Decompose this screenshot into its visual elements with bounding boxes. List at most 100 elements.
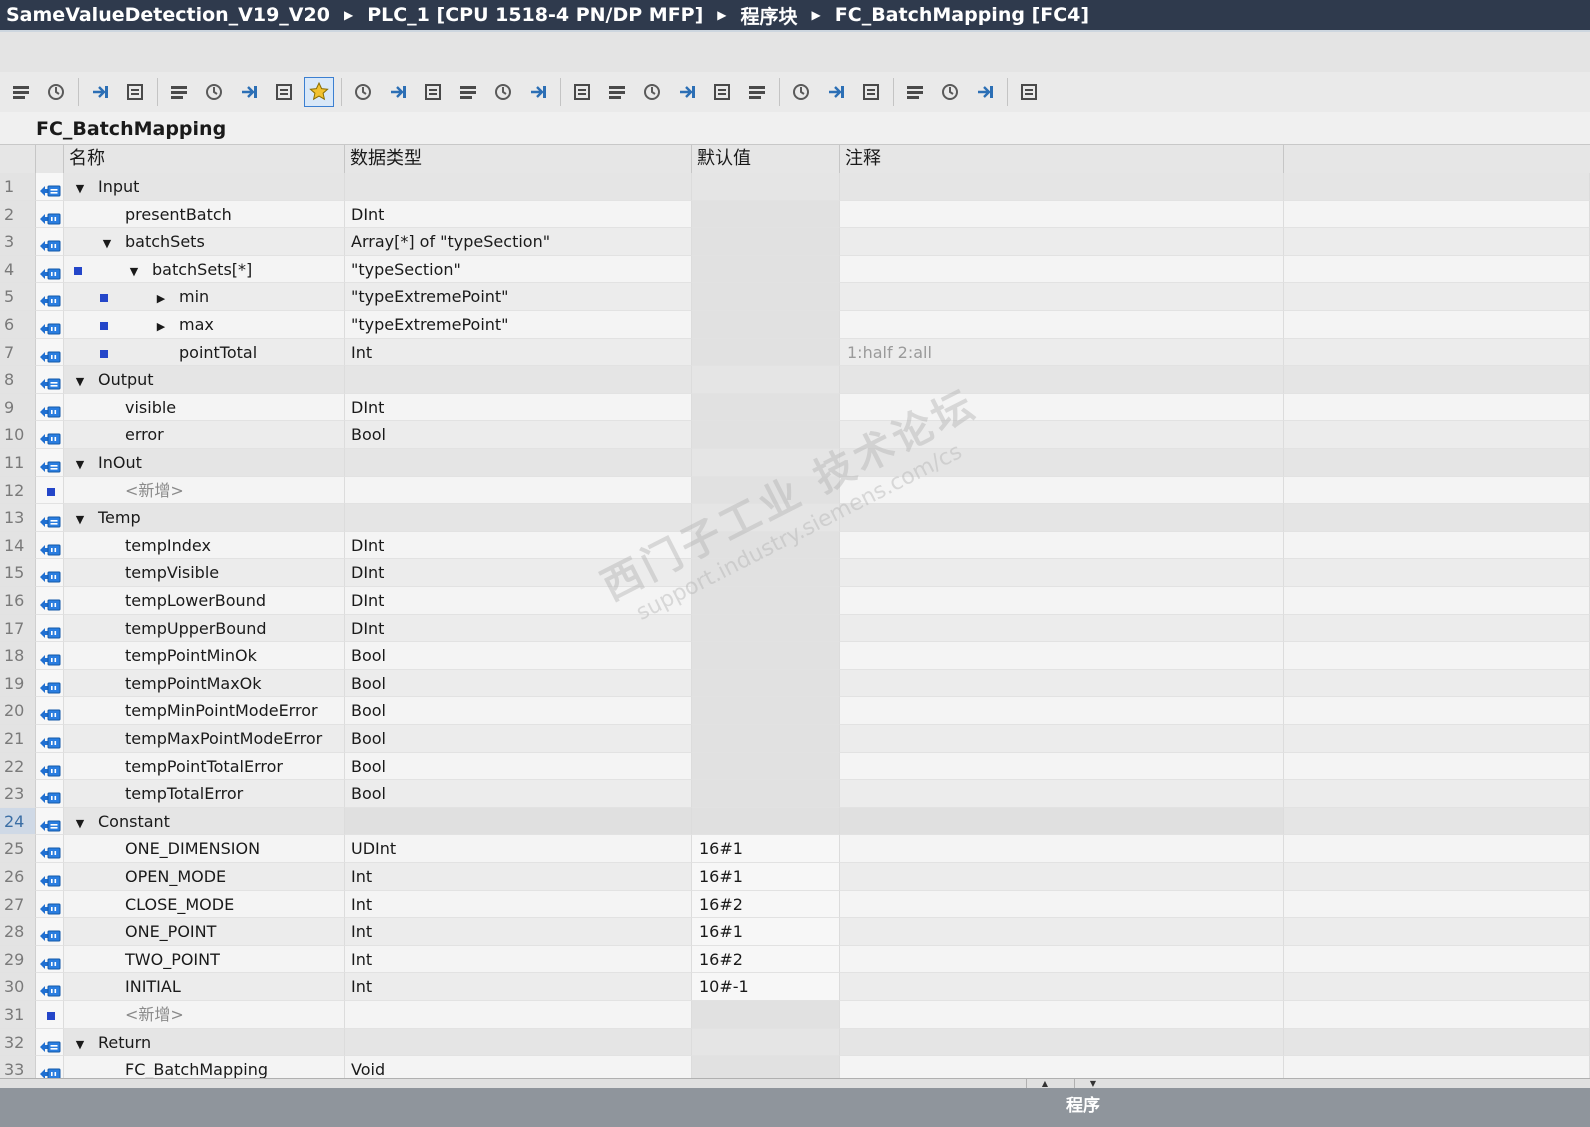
table-row[interactable]: 14 tempIndex DInt — [0, 531, 1590, 560]
collapse-triangle-icon[interactable]: ▼ — [72, 368, 88, 393]
default-value-cell[interactable] — [692, 1056, 840, 1078]
compare-icon[interactable] — [970, 77, 1000, 107]
collapse-triangle-icon[interactable]: ▼ — [72, 1031, 88, 1056]
datatype-cell[interactable]: Bool — [345, 669, 692, 698]
name-cell[interactable]: <新增> — [64, 476, 345, 505]
table-row[interactable]: 5 ▶ min "typeExtremePoint" — [0, 283, 1590, 311]
default-value-cell[interactable] — [692, 642, 840, 670]
default-value-cell[interactable] — [692, 697, 840, 725]
section-row[interactable]: 24 ▼ Constant — [0, 807, 1590, 836]
row-number[interactable]: 13 — [0, 504, 36, 532]
comment-cell[interactable] — [840, 642, 1284, 670]
row-number[interactable]: 29 — [0, 945, 36, 974]
default-value-cell[interactable] — [692, 255, 840, 284]
row-number[interactable]: 30 — [0, 973, 36, 1001]
move-left-icon[interactable] — [567, 77, 597, 107]
datatype-cell[interactable]: DInt — [345, 614, 692, 643]
default-value-cell[interactable] — [692, 449, 840, 477]
name-cell[interactable]: tempMinPointModeError — [64, 697, 345, 725]
datatype-cell[interactable] — [345, 807, 692, 836]
default-value-cell[interactable] — [692, 780, 840, 808]
datatype-cell[interactable]: Array[*] of "typeSection" — [345, 228, 692, 256]
datatype-cell[interactable]: DInt — [345, 559, 692, 587]
comment-cell[interactable] — [840, 669, 1284, 698]
datatype-cell[interactable]: "typeExtremePoint" — [345, 311, 692, 339]
table-row[interactable]: 21 tempMaxPointModeError Bool — [0, 725, 1590, 753]
name-cell[interactable]: ▼ Temp — [64, 504, 345, 532]
datatype-cell[interactable] — [345, 1001, 692, 1029]
name-cell[interactable]: OPEN_MODE — [64, 863, 345, 891]
name-cell[interactable]: pointTotal — [64, 338, 345, 367]
row-number[interactable]: 3 — [0, 228, 36, 256]
name-cell[interactable]: ▼ batchSets — [64, 228, 345, 256]
default-value-cell[interactable]: 16#2 — [692, 945, 840, 974]
comment-cell[interactable] — [840, 476, 1284, 505]
breadcrumb-block[interactable]: FC_BatchMapping [FC4] — [829, 4, 1095, 26]
breadcrumb-plc[interactable]: PLC_1 [CPU 1518-4 PN/DP MFP] — [361, 4, 709, 26]
table-row[interactable]: 2 presentBatch DInt — [0, 200, 1590, 229]
comment-cell[interactable] — [840, 449, 1284, 477]
name-cell[interactable]: tempPointMinOk — [64, 642, 345, 670]
name-cell[interactable]: tempUpperBound — [64, 614, 345, 643]
datatype-cell[interactable] — [345, 1028, 692, 1057]
row-number[interactable]: 14 — [0, 531, 36, 560]
comment-cell[interactable] — [840, 531, 1284, 560]
row-number[interactable]: 11 — [0, 449, 36, 477]
table-row[interactable]: 27 CLOSE_MODE Int 16#2 — [0, 890, 1590, 919]
datatype-cell[interactable]: "typeExtremePoint" — [345, 283, 692, 311]
row-number[interactable]: 1 — [0, 173, 36, 201]
row-number[interactable]: 32 — [0, 1028, 36, 1057]
default-value-cell[interactable] — [692, 366, 840, 394]
default-value-cell[interactable] — [692, 504, 840, 532]
row-number[interactable]: 28 — [0, 918, 36, 946]
section-row[interactable]: 8 ▼ Output — [0, 366, 1590, 394]
name-cell[interactable]: ▼ Input — [64, 173, 345, 201]
outdent-icon[interactable] — [637, 77, 667, 107]
call-icon[interactable] — [348, 77, 378, 107]
comment-cell[interactable] — [840, 918, 1284, 946]
expand-triangle-icon[interactable]: ▶ — [153, 313, 169, 338]
section-row[interactable]: 32 ▼ Return — [0, 1028, 1590, 1057]
network-icon[interactable] — [523, 77, 553, 107]
breadcrumb-project[interactable]: SameValueDetection_V19_V20 — [0, 4, 336, 26]
table-row[interactable]: 33 FC_BatchMapping Void — [0, 1056, 1590, 1078]
name-cell[interactable]: tempLowerBound — [64, 587, 345, 615]
header-datatype[interactable]: 数据类型 — [345, 145, 692, 173]
collapse-triangle-icon[interactable]: ▼ — [126, 258, 142, 283]
name-cell[interactable]: FC_BatchMapping — [64, 1056, 345, 1078]
undo-step-icon[interactable] — [821, 77, 851, 107]
favorites-icon[interactable] — [304, 77, 334, 107]
datatype-cell[interactable]: Int — [345, 973, 692, 1001]
default-value-cell[interactable] — [692, 669, 840, 698]
table-row[interactable]: 26 OPEN_MODE Int 16#1 — [0, 863, 1590, 891]
default-value-cell[interactable] — [692, 807, 840, 836]
comment-cell[interactable] — [840, 587, 1284, 615]
row-number[interactable]: 10 — [0, 421, 36, 449]
jump-back-icon[interactable] — [453, 77, 483, 107]
datatype-cell[interactable]: UDInt — [345, 835, 692, 863]
row-number[interactable]: 20 — [0, 697, 36, 725]
expand-triangle-icon[interactable]: ▶ — [153, 285, 169, 310]
table-row[interactable]: 3 ▼ batchSets Array[*] of "typeSection" — [0, 228, 1590, 256]
monitor-glasses-icon[interactable] — [935, 77, 965, 107]
row-number[interactable]: 6 — [0, 311, 36, 339]
database-icon[interactable] — [1014, 77, 1044, 107]
name-cell[interactable]: visible — [64, 393, 345, 422]
datatype-cell[interactable]: Bool — [345, 780, 692, 808]
default-value-cell[interactable] — [692, 476, 840, 505]
datatype-cell[interactable]: Int — [345, 918, 692, 946]
default-value-cell[interactable]: 10#-1 — [692, 973, 840, 1001]
datatype-cell[interactable]: Bool — [345, 752, 692, 781]
search-icon[interactable] — [900, 77, 930, 107]
default-value-cell[interactable] — [692, 1001, 840, 1029]
row-number[interactable]: 25 — [0, 835, 36, 863]
table-row[interactable]: 19 tempPointMaxOk Bool — [0, 669, 1590, 698]
split-icon[interactable] — [672, 77, 702, 107]
datatype-cell[interactable]: DInt — [345, 531, 692, 560]
comment-cell[interactable] — [840, 559, 1284, 587]
row-number[interactable]: 9 — [0, 393, 36, 422]
collapse-triangle-icon[interactable]: ▼ — [72, 451, 88, 476]
datatype-cell[interactable]: Bool — [345, 697, 692, 725]
row-number[interactable]: 27 — [0, 890, 36, 919]
row-number[interactable]: 31 — [0, 1001, 36, 1029]
